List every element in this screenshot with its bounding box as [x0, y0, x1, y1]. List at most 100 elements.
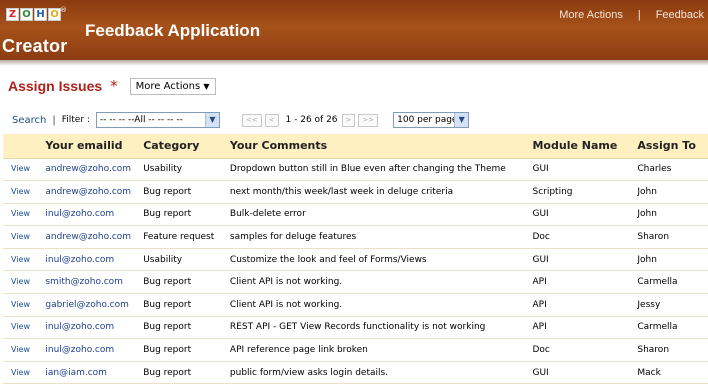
module-cell: GUI	[532, 203, 638, 227]
assign-cell: Carmella	[637, 316, 708, 340]
comment-cell: Customize the look and feel of Forms/Vie…	[229, 248, 533, 272]
column-header-email[interactable]: Your emailid	[45, 134, 144, 159]
email-cell: inul@zoho.com	[45, 254, 115, 265]
search-link[interactable]: Search	[12, 115, 46, 126]
assign-cell: Charles	[637, 158, 708, 182]
app-title: Feedback Application	[85, 21, 261, 40]
more-actions-link[interactable]: More Actions	[559, 9, 623, 21]
email-cell: andrew@zoho.com	[45, 232, 132, 243]
required-asterisk: *	[110, 77, 118, 95]
filter-label: Filter :	[61, 115, 90, 125]
comment-cell: REST API - GET View Records functionalit…	[229, 316, 533, 340]
module-cell: GUI	[532, 158, 638, 182]
view-link[interactable]: View	[11, 368, 30, 377]
comment-cell: next month/this week/last week in deluge…	[229, 180, 533, 204]
logo-tile-h: H	[34, 8, 47, 21]
comment-cell: Dropdown button still in Blue even after…	[229, 158, 533, 182]
category-cell: Bug report	[143, 316, 230, 340]
view-link[interactable]: View	[11, 187, 30, 196]
column-header-category[interactable]: Category	[143, 134, 230, 159]
view-link[interactable]: View	[11, 277, 30, 286]
view-link[interactable]: View	[11, 345, 30, 354]
header-shadow	[0, 60, 708, 66]
assign-cell: John	[637, 180, 708, 204]
category-cell: Bug report	[143, 203, 230, 227]
view-link[interactable]: View	[11, 300, 30, 309]
assign-cell: John	[637, 248, 708, 272]
category-cell: Bug report	[143, 180, 230, 204]
module-cell: Doc	[532, 225, 638, 249]
view-link[interactable]: View	[11, 209, 30, 218]
per-page-value: 100 per page	[397, 115, 458, 125]
category-cell: Usability	[143, 248, 230, 272]
email-cell: andrew@zoho.com	[45, 164, 132, 175]
column-header-view	[3, 134, 46, 159]
category-cell: Usability	[143, 158, 230, 182]
category-cell: Bug report	[143, 338, 230, 362]
assign-cell: Sharon	[637, 338, 708, 362]
table-row[interactable]: View andrew@zoho.com Feature request sam…	[3, 225, 708, 249]
column-header-comments[interactable]: Your Comments	[229, 134, 533, 159]
last-page-button[interactable]: >>	[358, 113, 379, 127]
email-cell: smith@zoho.com	[45, 277, 123, 288]
list-toolbar: Search | Filter : -- -- -- --All -- -- -…	[12, 111, 702, 129]
toolbar-separator: |	[52, 114, 56, 126]
comment-cell: Client API is not working.	[229, 270, 533, 295]
email-cell: inul@zoho.com	[45, 209, 115, 220]
logo-tile-z: Z	[6, 8, 19, 21]
module-cell: API	[532, 293, 638, 317]
table-row[interactable]: View gabriel@zoho.com Bug report Client …	[3, 293, 708, 317]
view-link[interactable]: View	[11, 164, 30, 173]
column-header-assign[interactable]: Assign To	[637, 134, 708, 159]
page-title-row: Assign Issues * More Actions ▼	[8, 76, 216, 96]
view-link[interactable]: View	[11, 255, 30, 264]
table-row[interactable]: View inul@zoho.com Usability Customize t…	[3, 248, 708, 272]
first-page-button[interactable]: <<	[241, 113, 262, 127]
zoho-logo-tiles: Z O H O	[6, 8, 61, 21]
filter-select[interactable]: -- -- -- --All -- -- -- -- ▼	[95, 112, 220, 128]
table-row[interactable]: View smith@zoho.com Bug report Client AP…	[3, 270, 708, 295]
module-cell: API	[532, 316, 638, 340]
table-row[interactable]: View inul@zoho.com Bug report API refere…	[3, 338, 708, 362]
zoho-creator-logo[interactable]: Z O H O ® Creator	[2, 6, 68, 56]
view-link[interactable]: View	[11, 322, 30, 331]
module-cell: Scripting	[532, 180, 638, 204]
table-row[interactable]: View andrew@zoho.com Bug report next mon…	[3, 180, 708, 204]
per-page-select[interactable]: 100 per page ▼	[393, 112, 470, 128]
logo-tile-o: O	[20, 8, 33, 21]
link-separator: |	[637, 9, 641, 21]
feedback-link[interactable]: Feedback	[656, 9, 704, 21]
category-cell: Bug report	[143, 293, 230, 317]
comment-cell: Bulk-delete error	[229, 203, 533, 227]
email-cell: inul@zoho.com	[45, 322, 115, 333]
logo-product-name: Creator	[2, 36, 68, 56]
page-title: Assign Issues	[8, 78, 103, 94]
more-actions-label: More Actions	[135, 80, 201, 92]
app-header: Z O H O ® Creator Feedback Application M…	[0, 0, 708, 60]
prev-page-button[interactable]: <	[264, 113, 279, 127]
more-actions-button[interactable]: More Actions ▼	[129, 77, 216, 95]
email-cell: inul@zoho.com	[45, 345, 115, 356]
comment-cell: API reference page link broken	[229, 338, 533, 362]
column-header-module[interactable]: Module Name	[532, 134, 638, 159]
dropdown-arrow-icon: ▼	[454, 113, 469, 127]
table-row[interactable]: View ian@iam.com Bug report public form/…	[3, 361, 708, 385]
table-row[interactable]: View inul@zoho.com Bug report REST API -…	[3, 316, 708, 340]
module-cell: GUI	[532, 361, 638, 385]
dropdown-arrow-icon: ▼	[204, 113, 219, 127]
comment-cell: public form/view asks login details.	[229, 361, 533, 385]
table-row[interactable]: View inul@zoho.com Bug report Bulk-delet…	[3, 203, 708, 227]
module-cell: API	[532, 270, 638, 295]
assign-cell: Jessy	[637, 293, 708, 317]
email-cell: andrew@zoho.com	[45, 186, 132, 197]
table-header-row: Your emailid Category Your Comments Modu…	[3, 134, 708, 159]
category-cell: Bug report	[143, 270, 230, 295]
view-link[interactable]: View	[11, 232, 30, 241]
pagination-info: 1 - 26 of 26	[285, 115, 338, 125]
table-row[interactable]: View andrew@zoho.com Usability Dropdown …	[3, 158, 708, 182]
next-page-button[interactable]: >	[341, 113, 356, 127]
assign-cell: Mack	[637, 361, 708, 385]
comment-cell: samples for deluge features	[229, 225, 533, 249]
issues-table: Your emailid Category Your Comments Modu…	[3, 134, 708, 385]
assign-cell: John	[637, 203, 708, 227]
